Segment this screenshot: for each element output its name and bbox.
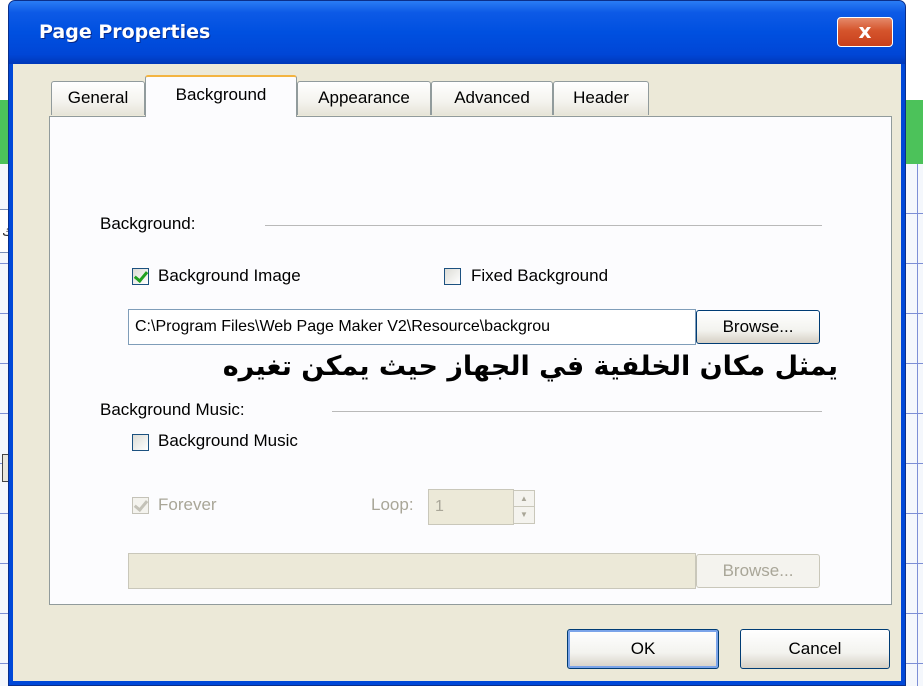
dialog-title: Page Properties (39, 21, 211, 43)
browse-music-button[interactable]: Browse... (696, 554, 820, 588)
background-image-label: Background Image (158, 266, 301, 285)
ok-button[interactable]: OK (567, 629, 719, 669)
dialog-client-area: General Background Appearance Advanced H… (13, 64, 901, 681)
fixed-background-label: Fixed Background (471, 266, 609, 285)
loop-label: Loop: (371, 495, 414, 514)
loop-spinner[interactable]: ▲ ▼ (513, 490, 535, 524)
background-image-path-field[interactable]: C:\Program Files\Web Page Maker V2\Resou… (128, 309, 696, 345)
checkmark-icon (133, 496, 149, 513)
loop-value-field[interactable]: 1 (428, 489, 514, 525)
spin-up-icon[interactable]: ▲ (514, 491, 534, 507)
background-tab-panel: Background: Background Image Fixed Backg… (49, 116, 892, 605)
background-music-group-title: Background Music: (100, 400, 245, 419)
spin-down-icon[interactable]: ▼ (514, 507, 534, 523)
tab-background[interactable]: Background (145, 75, 297, 117)
background-music-checkbox[interactable] (132, 434, 149, 451)
page-properties-dialog: Page Properties x General Background App… (8, 0, 906, 686)
background-group-title: Background: (100, 214, 196, 233)
dialog-titlebar[interactable]: Page Properties x (9, 1, 905, 64)
tab-appearance[interactable]: Appearance (297, 81, 431, 115)
browse-image-button[interactable]: Browse... (696, 310, 820, 344)
background-music-path-field[interactable] (128, 553, 696, 589)
background-music-group-divider (332, 411, 822, 412)
tab-advanced[interactable]: Advanced (431, 81, 553, 115)
close-icon: x (858, 19, 872, 43)
background-bottom-strip (0, 686, 923, 696)
close-button[interactable]: x (837, 17, 893, 47)
background-group-divider (265, 225, 822, 226)
background-music-label: Background Music (158, 431, 298, 450)
forever-label: Forever (158, 495, 217, 514)
background-image-checkbox[interactable] (132, 267, 149, 285)
checkmark-icon (133, 267, 149, 284)
forever-checkbox[interactable] (132, 496, 149, 514)
cancel-button[interactable]: Cancel (740, 629, 890, 669)
arabic-annotation: يمثل مكان الخلفية في الجهاز حيث يمكن تغي… (222, 351, 838, 382)
tab-header[interactable]: Header (553, 81, 649, 115)
fixed-background-checkbox[interactable] (444, 268, 461, 285)
tab-general[interactable]: General (51, 81, 145, 115)
